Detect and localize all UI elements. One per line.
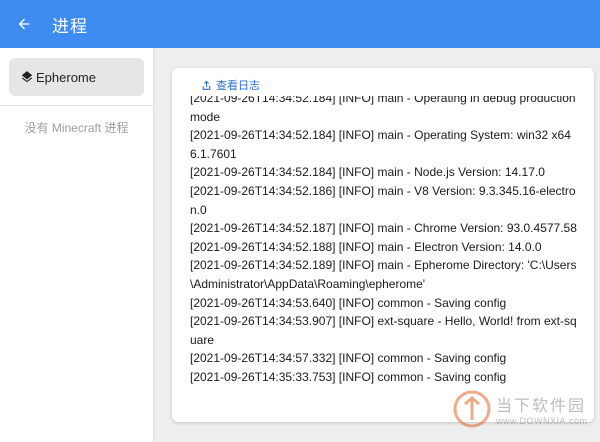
sidebar-item-epherome[interactable]: Epherome bbox=[9, 58, 144, 96]
log-line: [2021-09-26T14:34:52.184] [INFO] main - … bbox=[190, 96, 576, 124]
app-bar: 进程 bbox=[0, 0, 600, 48]
empty-process-text: 没有 Minecraft 进程 bbox=[24, 121, 129, 135]
log-line: [2021-09-26T14:34:53.907] [INFO] ext-squ… bbox=[190, 314, 577, 347]
log-lines: [2021-09-26T14:34:52.184] [INFO] main - … bbox=[190, 96, 582, 387]
log-line: [2021-09-26T14:34:52.184] [INFO] main - … bbox=[190, 128, 571, 161]
back-button[interactable] bbox=[0, 0, 48, 48]
log-line: [2021-09-26T14:34:53.640] [INFO] common … bbox=[190, 295, 507, 310]
arrow-back-icon bbox=[18, 18, 30, 30]
log-line: [2021-09-26T14:35:33.753] [INFO] common … bbox=[190, 369, 507, 384]
view-log-label: 查看日志 bbox=[216, 80, 260, 92]
log-line: [2021-09-26T14:34:52.187] [INFO] main - … bbox=[190, 221, 577, 236]
sidebar-divider bbox=[0, 105, 153, 106]
open-external-icon bbox=[202, 80, 211, 90]
sidebar-item-label: Epherome bbox=[36, 69, 96, 85]
main-content: 查看日志 [2021-09-26T14:34:52.184] [INFO] ma… bbox=[155, 48, 600, 442]
log-output[interactable]: [2021-09-26T14:34:52.184] [INFO] main - … bbox=[190, 96, 582, 418]
page-title: 进程 bbox=[52, 16, 88, 36]
log-line: [2021-09-26T14:34:52.188] [INFO] main - … bbox=[190, 239, 542, 254]
log-card: 查看日志 [2021-09-26T14:34:52.184] [INFO] ma… bbox=[172, 68, 594, 422]
log-line: [2021-09-26T14:34:57.332] [INFO] common … bbox=[190, 351, 507, 366]
layers-icon bbox=[21, 71, 33, 83]
log-line: [2021-09-26T14:34:52.186] [INFO] main - … bbox=[190, 183, 576, 217]
log-line: [2021-09-26T14:34:52.184] [INFO] main - … bbox=[190, 165, 545, 180]
log-line: [2021-09-26T14:34:52.189] [INFO] main - … bbox=[190, 258, 577, 291]
sidebar: Epherome 没有 Minecraft 进程 bbox=[0, 48, 154, 442]
